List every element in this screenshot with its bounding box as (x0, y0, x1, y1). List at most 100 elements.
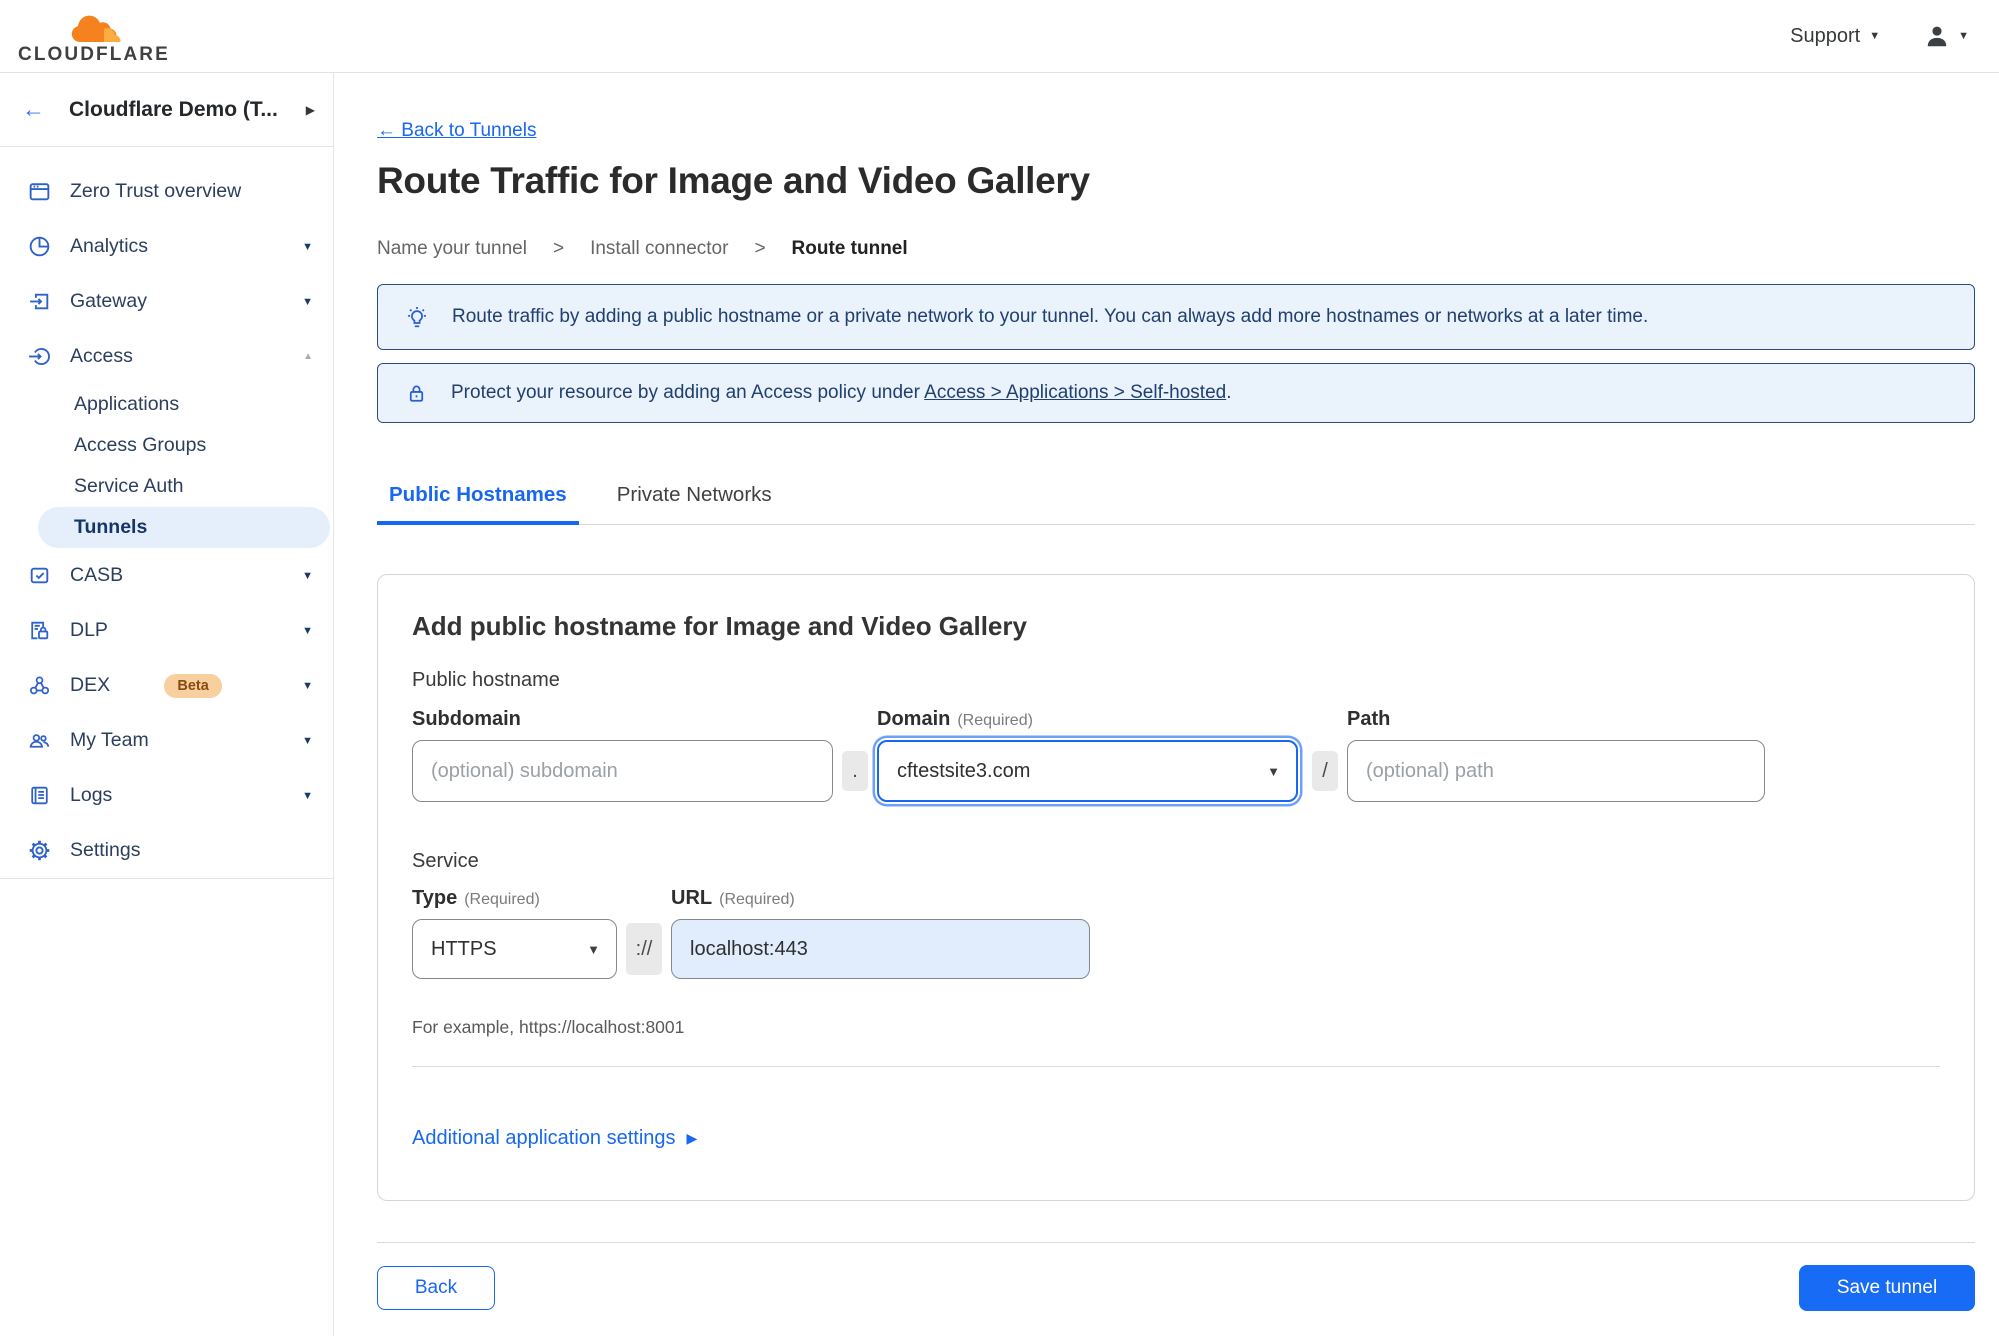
sidebar-item-label: CASB (70, 564, 124, 586)
footer-divider (377, 1242, 1975, 1243)
sidebar-item-label: My Team (70, 729, 149, 751)
breadcrumb-steps: Name your tunnel > Install connector > R… (377, 238, 1975, 260)
sidebar-item-dex[interactable]: DEX Beta ▼ (0, 658, 333, 713)
gear-icon (26, 837, 53, 864)
subdomain-label: Subdomain (412, 708, 521, 730)
sidebar-item-label: Analytics (70, 235, 149, 257)
support-menu[interactable]: Support ▼ (1790, 25, 1880, 48)
chevron-right-icon: ▶ (686, 1130, 698, 1146)
document-lock-icon (26, 617, 53, 644)
lightbulb-icon (404, 304, 430, 330)
sidebar-item-label: DLP (70, 619, 108, 641)
chevron-down-icon: ▼ (587, 941, 600, 957)
account-switcher[interactable]: ← Cloudflare Demo (T... ▶ (0, 73, 333, 147)
path-input[interactable] (1347, 740, 1765, 802)
pie-chart-icon (26, 233, 53, 260)
chevron-down-icon: ▼ (302, 295, 313, 308)
sidebar-item-tunnels[interactable]: Tunnels (38, 507, 330, 548)
tab-bar: Public Hostnames Private Networks (377, 483, 1975, 525)
chevron-down-icon: ▼ (302, 569, 313, 582)
sidebar-item-service-auth[interactable]: Service Auth (0, 466, 333, 507)
sidebar-item-label: DEX (70, 674, 111, 696)
sidebar-item-label: Gateway (70, 290, 147, 312)
additional-settings-toggle[interactable]: Additional application settings ▶ (412, 1127, 697, 1150)
access-applications-link[interactable]: Access > Applications > Self-hosted (924, 382, 1226, 403)
document-lines-icon (26, 782, 53, 809)
beta-badge: Beta (164, 673, 222, 698)
user-menu[interactable]: ▼ (1924, 23, 1969, 49)
path-label: Path (1347, 708, 1391, 730)
tab-public-hostnames[interactable]: Public Hostnames (377, 483, 579, 525)
chevron-right-icon: ▶ (305, 102, 315, 117)
required-hint: (Required) (957, 712, 1033, 729)
back-link-label: Back to Tunnels (401, 120, 537, 141)
casb-check-icon (26, 562, 53, 589)
brand-wordmark: CLOUDFLARE (18, 44, 170, 65)
service-url-input[interactable] (671, 919, 1090, 979)
sidebar-item-label: Tunnels (74, 516, 148, 538)
chevron-down-icon: ▼ (1958, 29, 1969, 42)
chevron-down-icon: ▼ (1869, 29, 1881, 42)
type-label: Type (Required) (412, 887, 540, 909)
top-header: CLOUDFLARE Support ▼ ▼ (0, 0, 1999, 73)
chevron-down-icon: ▼ (302, 679, 314, 692)
dot-separator: . (842, 751, 868, 791)
sidebar-item-casb[interactable]: CASB ▼ (0, 548, 333, 603)
service-row: Type (Required) HTTPS ▼ :// URL (Required) (412, 887, 1940, 979)
sidebar-item-analytics[interactable]: Analytics ▼ (0, 219, 333, 274)
chevron-up-icon: ▲ (303, 351, 313, 362)
sidebar-item-label: Access Groups (74, 434, 207, 456)
chevron-down-icon: ▼ (302, 734, 313, 747)
domain-select[interactable]: cftestsite3.com ▼ (877, 740, 1298, 802)
sidebar-item-logs[interactable]: Logs ▼ (0, 768, 333, 823)
sidebar: ← Cloudflare Demo (T... ▶ Zero Trust ove… (0, 73, 334, 1336)
sidebar-item-applications[interactable]: Applications (0, 384, 333, 425)
cloudflare-logo[interactable]: CLOUDFLARE (18, 9, 170, 65)
sidebar-item-label: Access (70, 345, 133, 367)
card-divider (412, 1066, 1940, 1067)
page-title: Route Traffic for Image and Video Galler… (377, 160, 1090, 201)
subdomain-input[interactable] (412, 740, 833, 802)
sidebar-nav: Zero Trust overview Analytics ▼ Gateway … (0, 147, 333, 879)
sidebar-item-access-groups[interactable]: Access Groups (0, 425, 333, 466)
url-example-text: For example, https://localhost:8001 (412, 1017, 685, 1037)
tab-private-networks[interactable]: Private Networks (605, 483, 784, 524)
card-heading: Add public hostname for Image and Video … (412, 611, 1027, 641)
sidebar-item-my-team[interactable]: My Team ▼ (0, 713, 333, 768)
sidebar-item-access[interactable]: Access ▲ (0, 329, 333, 384)
hostname-row: Subdomain . Domain(Required) cftestsite3… (412, 708, 1940, 802)
save-tunnel-button[interactable]: Save tunnel (1799, 1265, 1975, 1311)
sidebar-item-label: Applications (74, 393, 180, 415)
domain-select-value: cftestsite3.com (897, 759, 1031, 782)
public-hostname-label: Public hostname (412, 669, 560, 691)
required-hint: (Required) (719, 891, 795, 908)
scheme-separator: :// (626, 923, 662, 975)
gateway-icon (26, 288, 53, 315)
chevron-down-icon: ▼ (302, 240, 313, 253)
sidebar-item-label: Service Auth (74, 475, 184, 497)
chevron-down-icon: ▼ (302, 624, 313, 637)
tip-banner: Route traffic by adding a public hostnam… (377, 284, 1975, 350)
step-separator: > (754, 238, 766, 259)
sidebar-item-zero-trust-overview[interactable]: Zero Trust overview (0, 164, 333, 219)
sidebar-item-gateway[interactable]: Gateway ▼ (0, 274, 333, 329)
access-arrow-icon (26, 343, 53, 370)
step-install-connector[interactable]: Install connector (590, 238, 728, 260)
step-route-tunnel: Route tunnel (791, 238, 908, 259)
sidebar-item-label: Zero Trust overview (70, 180, 242, 202)
back-to-tunnels-link[interactable]: ← Back to Tunnels (377, 120, 536, 142)
back-button[interactable]: Back (377, 1266, 495, 1310)
url-label: URL (Required) (671, 887, 795, 909)
step-name-your-tunnel[interactable]: Name your tunnel (377, 238, 527, 260)
service-type-select[interactable]: HTTPS ▼ (412, 919, 617, 979)
sidebar-item-label: Settings (70, 839, 141, 861)
step-separator: > (552, 238, 565, 259)
service-type-value: HTTPS (431, 937, 497, 960)
arrow-left-icon[interactable]: ← (22, 98, 45, 121)
tip-banner-text: Route traffic by adding a public hostnam… (452, 306, 1649, 327)
additional-settings-label: Additional application settings (412, 1127, 676, 1149)
sidebar-item-dlp[interactable]: DLP ▼ (0, 603, 333, 658)
arrow-left-icon: ← (377, 120, 396, 141)
sidebar-item-settings[interactable]: Settings (0, 823, 333, 878)
chevron-down-icon: ▼ (302, 789, 313, 802)
